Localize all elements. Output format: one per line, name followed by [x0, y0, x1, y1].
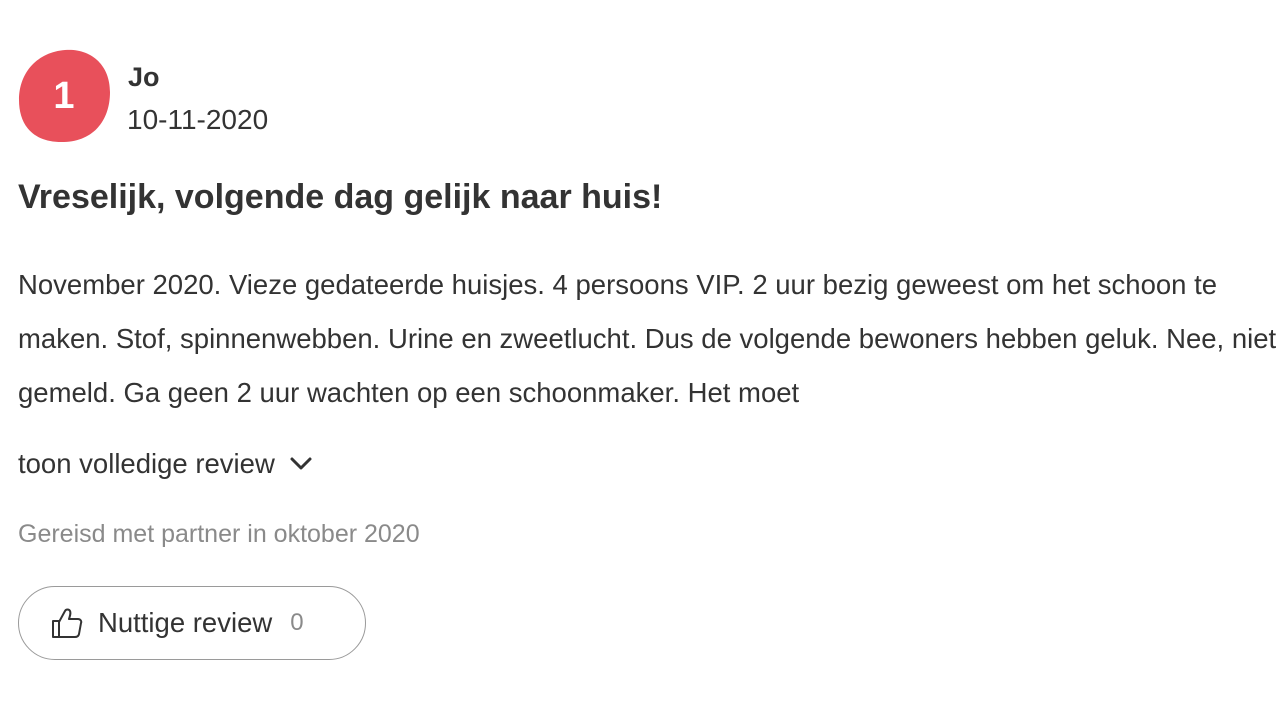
review-card: 1 Jo 10-11-2020 Vreselijk, volgende dag …	[18, 0, 1280, 720]
thumbs-up-icon	[50, 606, 84, 640]
chevron-down-icon	[289, 452, 313, 476]
review-date: 10-11-2020	[127, 104, 269, 135]
review-title: Vreselijk, volgende dag gelijk naar huis…	[18, 178, 663, 216]
review-body: November 2020. Vieze gedateerde huisjes.…	[18, 269, 1277, 408]
show-full-review-link[interactable]: toon volledige review	[18, 442, 313, 486]
score-badge: 1	[18, 48, 112, 143]
travel-info: Gereisd met partner in oktober 2020	[18, 520, 420, 548]
review-header: 1 Jo 10-11-2020	[18, 48, 618, 144]
helpful-review-button[interactable]: Nuttige review 0	[18, 586, 366, 660]
reviewer-name: Jo	[128, 62, 160, 92]
score-value: 1	[53, 75, 75, 117]
helpful-review-count: 0	[290, 609, 304, 636]
show-full-review-label: toon volledige review	[18, 448, 275, 479]
helpful-review-label: Nuttige review	[98, 607, 273, 638]
